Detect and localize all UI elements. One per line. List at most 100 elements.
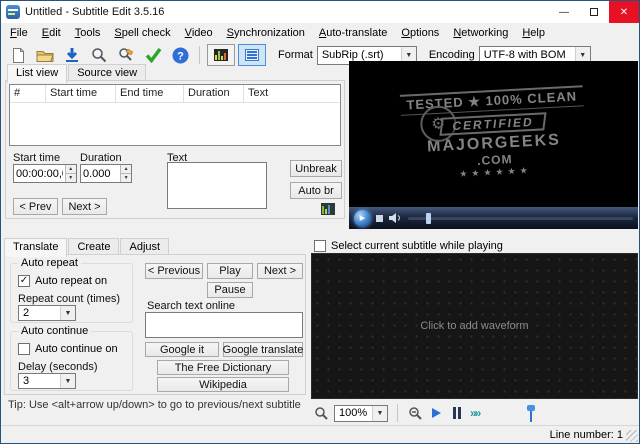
duration-spinner: ▲ ▼ [80,164,132,183]
delay-value: 3 [23,375,30,387]
save-arrow-icon [66,47,78,62]
toggle-video-button[interactable] [238,44,266,66]
app-icon [6,5,20,19]
wave-play-icon[interactable] [428,405,444,421]
replace-button[interactable] [114,44,138,66]
next-button[interactable]: Next > [257,263,303,279]
subtitle-list-body[interactable] [10,103,340,145]
auto-continue-group: Auto continue Auto continue on Delay (se… [10,325,133,391]
delay-select[interactable]: 3 ▼ [18,373,76,389]
tip-text: Tip: Use <alt+arrow up/down> to go to pr… [8,399,301,411]
column-text[interactable]: Text [244,85,340,102]
watermark-stars: ★★★★★★ [459,165,532,179]
duration-input[interactable] [81,165,121,182]
waveform-placeholder: Click to add waveform [420,320,529,332]
save-button[interactable] [60,44,84,66]
tab-list-view[interactable]: List view [7,64,68,83]
zoom-icon [313,405,329,421]
column-duration[interactable]: Duration [184,85,244,102]
toggle-waveform-button[interactable] [207,44,235,66]
help-button[interactable]: ? [168,44,192,66]
waveform-area[interactable]: Click to add waveform [311,253,638,399]
search-online-label: Search text online [147,300,236,312]
spin-up-icon[interactable]: ▲ [121,165,131,174]
menu-edit[interactable]: Edit [35,25,68,41]
new-button[interactable] [6,44,30,66]
stop-button[interactable] [376,214,383,222]
tab-translate[interactable]: Translate [4,238,68,257]
auto-repeat-checkbox-label: Auto repeat on [35,275,108,287]
google-it-button[interactable]: Google it [145,342,219,357]
menu-options[interactable]: Options [394,25,446,41]
new-file-icon [12,47,24,63]
svg-text:?: ? [177,50,184,62]
green-check-icon [145,47,161,63]
spell-check-button[interactable] [141,44,165,66]
video-progress-slider[interactable] [408,212,633,224]
waveform-toggle-icon [214,49,228,61]
replace-icon [118,48,133,61]
resize-grip[interactable] [626,430,638,442]
subtitle-text-area[interactable] [167,162,267,209]
minimize-button[interactable]: — [549,1,579,23]
select-subtitle-checkbox-row: Select current subtitle while playing [314,240,503,252]
auto-repeat-checkbox[interactable]: ✓ [18,275,30,287]
unbreak-button[interactable]: Unbreak [290,160,342,177]
maximize-button[interactable] [579,1,609,23]
play-control-button[interactable]: Play [207,263,253,279]
free-dictionary-button[interactable]: The Free Dictionary [157,360,289,375]
chevron-down-icon: ▼ [60,306,75,320]
video-screen[interactable]: ⚙ TESTED ★ 100% CLEAN CERTIFIED MAJORGEE… [349,61,638,207]
position-marker-icon[interactable] [526,404,536,422]
wikipedia-button[interactable]: Wikipedia [157,377,289,392]
auto-continue-checkbox[interactable] [18,343,30,355]
next-subtitle-button[interactable]: Next > [62,198,107,215]
repeat-count-select[interactable]: 2 ▼ [18,305,76,321]
menu-spell-check[interactable]: Spell check [107,25,177,41]
app-window: Untitled - Subtitle Edit 3.5.16 — ✕ File… [0,0,640,444]
menu-synchronization[interactable]: Synchronization [220,25,312,41]
repeat-count-value: 2 [23,307,30,319]
menu-file[interactable]: File [3,25,35,41]
find-icon [92,48,107,63]
play-button[interactable]: ▶ [354,209,371,227]
auto-continue-checkbox-label: Auto continue on [35,343,118,355]
duration-label: Duration [80,152,122,164]
find-button[interactable] [87,44,111,66]
waveform-toolbar-separator [397,404,398,422]
waveform-bars-icon[interactable] [449,405,465,421]
start-time-input[interactable] [14,165,65,182]
subtitle-list[interactable]: # Start time End time Duration Text [9,84,341,146]
previous-button[interactable]: < Previous [145,263,203,279]
google-translate-button[interactable]: Google translate [223,342,303,357]
video-player: ⚙ TESTED ★ 100% CLEAN CERTIFIED MAJORGEE… [349,61,638,229]
menu-video[interactable]: Video [178,25,220,41]
prev-subtitle-button[interactable]: < Prev [13,198,58,215]
seek-arrows-icon[interactable]: »» [470,406,481,420]
mini-waveform-icon[interactable] [321,203,335,215]
column-end-time[interactable]: End time [116,85,184,102]
search-text-input[interactable] [145,312,303,338]
auto-br-button[interactable]: Auto br [290,182,342,199]
repeat-count-label: Repeat count (times) [18,293,121,305]
open-button[interactable] [33,44,57,66]
spin-down-icon[interactable]: ▼ [65,174,76,182]
close-button[interactable]: ✕ [609,1,639,23]
speaker-icon[interactable] [388,212,403,224]
menu-tools[interactable]: Tools [68,25,108,41]
column-start-time[interactable]: Start time [46,85,116,102]
auto-repeat-group-label: Auto repeat [18,257,81,269]
spin-down-icon[interactable]: ▼ [121,174,131,182]
menu-help[interactable]: Help [515,25,552,41]
column-number[interactable]: # [10,85,46,102]
progress-thumb[interactable] [426,212,431,224]
spin-up-icon[interactable]: ▲ [65,165,76,174]
select-subtitle-checkbox[interactable] [314,240,326,252]
menu-auto-translate[interactable]: Auto-translate [312,25,395,41]
pause-button[interactable]: Pause [207,282,253,298]
menu-networking[interactable]: Networking [446,25,515,41]
video-controls-bar: ▶ [349,207,638,229]
line-number-status: Line number: 1 [549,428,623,441]
zoom-out-icon[interactable] [407,405,423,421]
zoom-select[interactable]: 100% ▼ [334,404,388,422]
